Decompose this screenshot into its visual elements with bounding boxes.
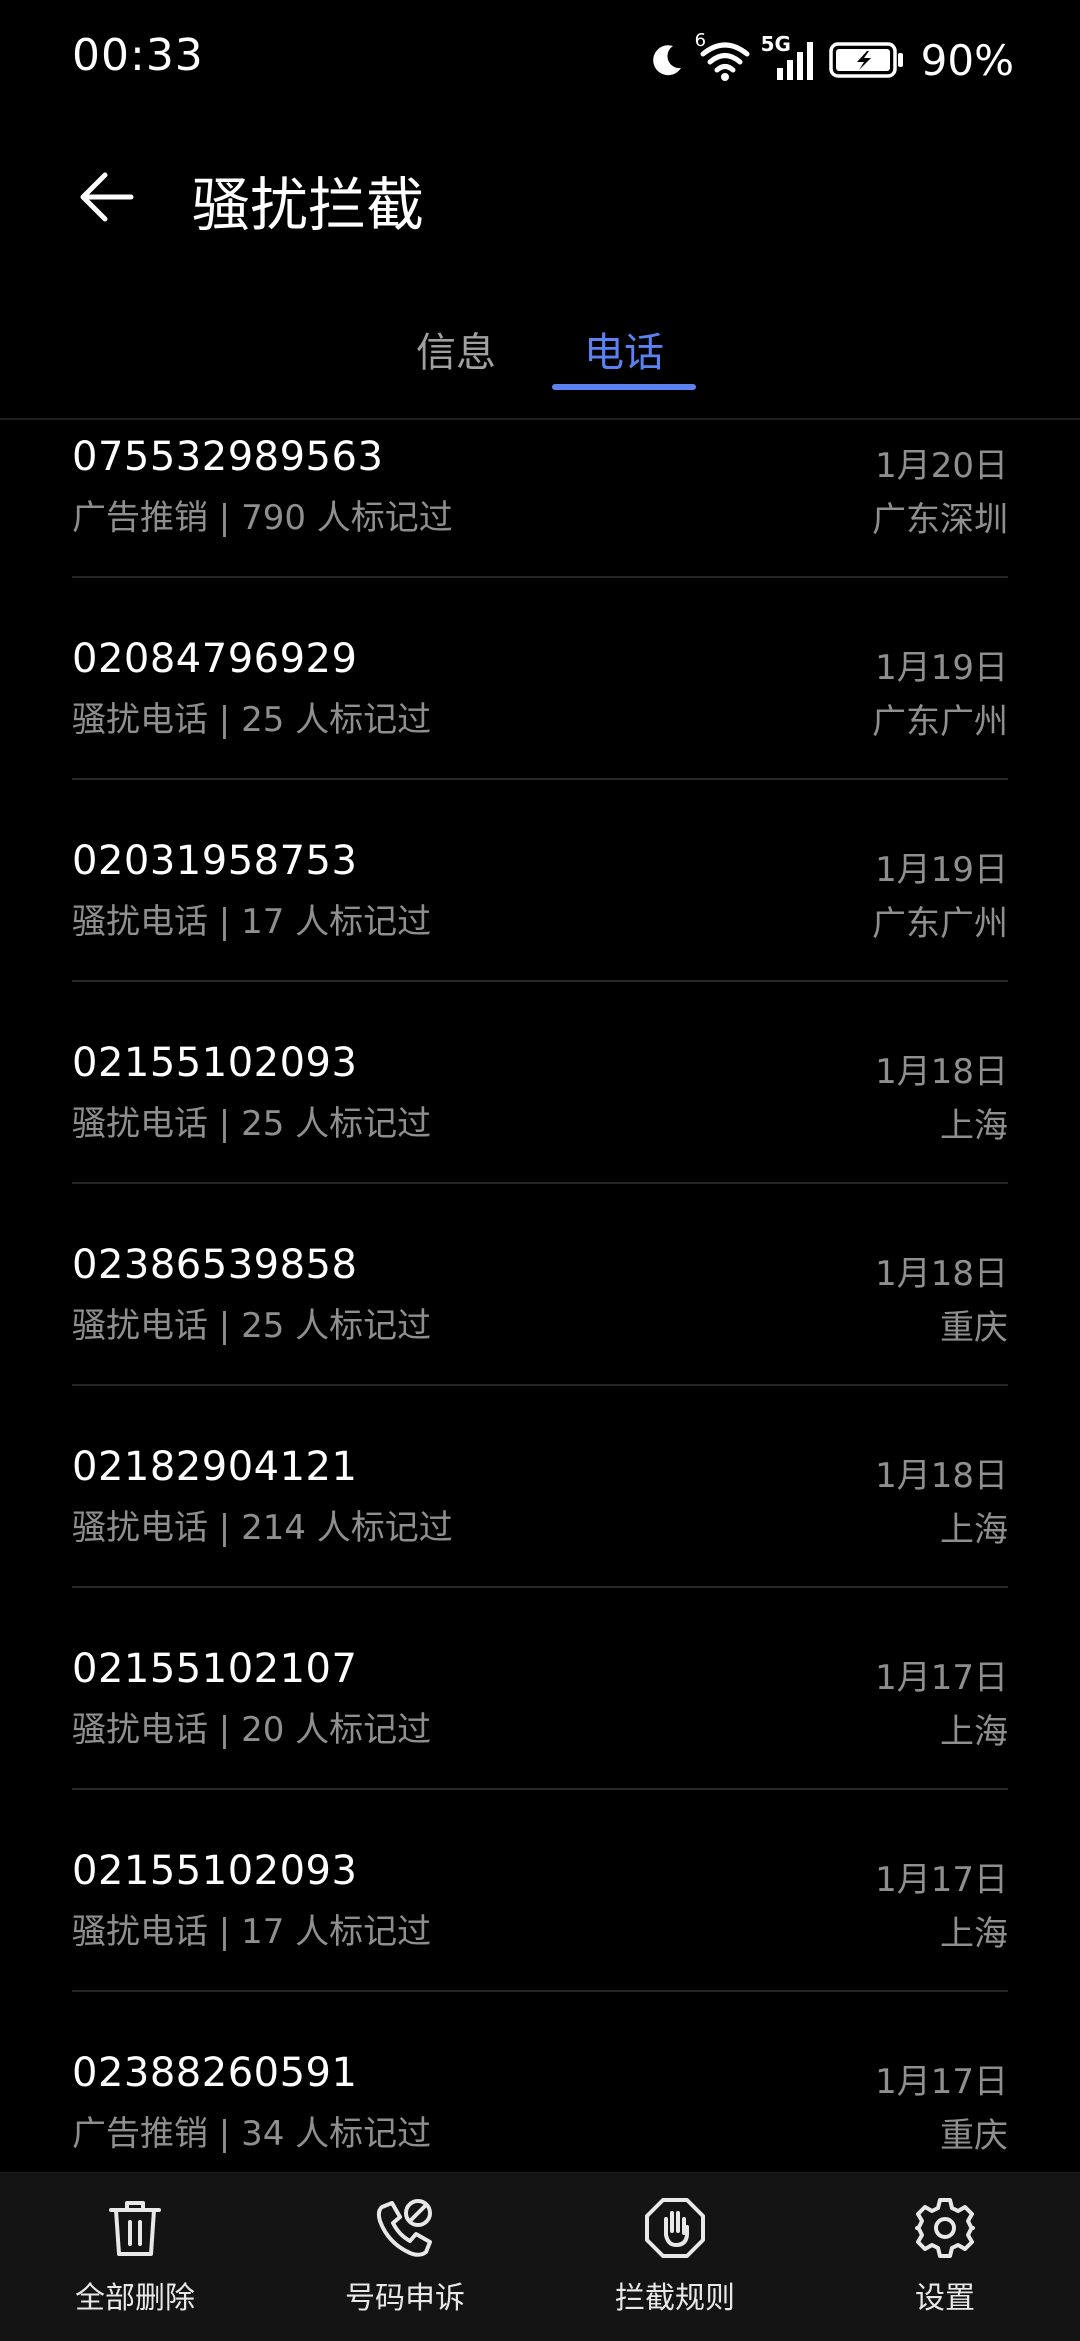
call-mark-count: 17 人标记过 [241, 1912, 432, 1952]
call-number: 02155102093 [72, 1040, 358, 1086]
trash-icon [102, 2195, 168, 2261]
app-header: 骚扰拦截 [0, 140, 1080, 250]
call-date: 1月18日 [875, 1456, 1008, 1496]
arrow-left-icon [80, 172, 134, 222]
settings-button[interactable]: 设置 [835, 2195, 1055, 2325]
call-type: 骚扰电话 [72, 1710, 208, 1750]
call-row[interactable]: 02182904121 骚扰电话 | 214 人标记过 1月18日 上海 [0, 1386, 1080, 1588]
call-meta: 骚扰电话 | 17 人标记过 [72, 1912, 432, 1952]
active-tab-indicator [552, 384, 696, 390]
phone-appeal-icon [372, 2195, 438, 2261]
wifi-badge: 6 [694, 30, 707, 51]
call-mark-count: 20 人标记过 [241, 1710, 432, 1750]
call-meta: 广告推销 | 790 人标记过 [72, 498, 453, 538]
call-type: 广告推销 [72, 2114, 208, 2154]
call-date: 1月18日 [875, 1254, 1008, 1294]
call-row[interactable]: 02084796929 骚扰电话 | 25 人标记过 1月19日 广东广州 [0, 578, 1080, 780]
call-type: 骚扰电话 [72, 1306, 208, 1346]
tab-bar: 信息 电话 [0, 300, 1080, 420]
call-location: 上海 [940, 1712, 1008, 1752]
call-row[interactable]: 075532989563 广告推销 | 790 人标记过 1月20日 广东深圳 [0, 420, 1080, 578]
call-meta: 骚扰电话 | 214 人标记过 [72, 1508, 453, 1548]
call-number: 075532989563 [72, 434, 384, 480]
page-title: 骚扰拦截 [192, 171, 425, 239]
call-meta: 骚扰电话 | 20 人标记过 [72, 1710, 432, 1750]
call-type: 广告推销 [72, 498, 208, 538]
call-location: 广东深圳 [872, 500, 1008, 540]
hand-stop-icon [642, 2195, 708, 2261]
call-location: 广东广州 [872, 904, 1008, 944]
wifi-icon: 6 [695, 30, 751, 82]
call-type: 骚扰电话 [72, 700, 208, 740]
call-date: 1月17日 [875, 1658, 1008, 1698]
number-appeal-label: 号码申诉 [345, 2281, 465, 2316]
call-meta: 骚扰电话 | 25 人标记过 [72, 1104, 432, 1144]
call-number: 02155102093 [72, 1848, 358, 1894]
call-meta: 骚扰电话 | 17 人标记过 [72, 902, 432, 942]
call-meta: 广告推销 | 34 人标记过 [72, 2114, 432, 2154]
call-mark-count: 17 人标记过 [241, 902, 432, 942]
network-type: 5G [760, 32, 791, 56]
call-mark-count: 790 人标记过 [241, 498, 453, 538]
status-time: 00:33 [72, 30, 204, 81]
call-number: 02388260591 [72, 2050, 358, 2096]
call-mark-count: 25 人标记过 [241, 700, 432, 740]
call-location: 重庆 [940, 1308, 1008, 1348]
signal-icon: 5G [761, 32, 817, 82]
call-type: 骚扰电话 [72, 1104, 208, 1144]
settings-label: 设置 [915, 2281, 975, 2316]
call-type: 骚扰电话 [72, 1508, 208, 1548]
bottom-action-bar: 全部删除 号码申诉 拦截规则 设置 [0, 2172, 1080, 2341]
blocked-call-list[interactable]: 075532989563 广告推销 | 790 人标记过 1月20日 广东深圳 … [0, 420, 1080, 2172]
tab-calls[interactable]: 电话 [534, 320, 714, 378]
status-bar: 00:33 6 5G 90% [0, 0, 1080, 120]
tab-messages[interactable]: 信息 [366, 320, 546, 378]
call-number: 02031958753 [72, 838, 358, 884]
call-mark-count: 214 人标记过 [241, 1508, 453, 1548]
call-mark-count: 34 人标记过 [241, 2114, 432, 2154]
call-number: 02386539858 [72, 1242, 358, 1288]
status-icons: 6 5G 90% [647, 30, 1014, 90]
call-date: 1月18日 [875, 1052, 1008, 1092]
call-location: 上海 [940, 1914, 1008, 1954]
call-row[interactable]: 02031958753 骚扰电话 | 17 人标记过 1月19日 广东广州 [0, 780, 1080, 982]
call-meta: 骚扰电话 | 25 人标记过 [72, 1306, 432, 1346]
call-row[interactable]: 02155102093 骚扰电话 | 25 人标记过 1月18日 上海 [0, 982, 1080, 1184]
call-number: 02155102107 [72, 1646, 358, 1692]
number-appeal-button[interactable]: 号码申诉 [295, 2195, 515, 2325]
call-row[interactable]: 02155102107 骚扰电话 | 20 人标记过 1月17日 上海 [0, 1588, 1080, 1790]
call-type: 骚扰电话 [72, 902, 208, 942]
call-number: 02182904121 [72, 1444, 358, 1490]
call-date: 1月17日 [875, 1860, 1008, 1900]
call-location: 重庆 [940, 2116, 1008, 2156]
call-location: 上海 [940, 1510, 1008, 1550]
call-location: 上海 [940, 1106, 1008, 1146]
call-meta: 骚扰电话 | 25 人标记过 [72, 700, 432, 740]
call-mark-count: 25 人标记过 [241, 1306, 432, 1346]
call-type: 骚扰电话 [72, 1912, 208, 1952]
delete-all-label: 全部删除 [75, 2281, 195, 2316]
block-rules-label: 拦截规则 [615, 2281, 735, 2316]
battery-percent: 90% [920, 35, 1014, 85]
back-button[interactable] [62, 152, 152, 242]
call-date: 1月17日 [875, 2062, 1008, 2102]
battery-charging-icon [828, 40, 905, 80]
call-date: 1月19日 [875, 648, 1008, 688]
delete-all-button[interactable]: 全部删除 [25, 2195, 245, 2325]
gear-icon [912, 2195, 978, 2261]
call-mark-count: 25 人标记过 [241, 1104, 432, 1144]
call-row[interactable]: 02155102093 骚扰电话 | 17 人标记过 1月17日 上海 [0, 1790, 1080, 1992]
call-location: 广东广州 [872, 702, 1008, 742]
call-date: 1月20日 [875, 446, 1008, 486]
call-date: 1月19日 [875, 850, 1008, 890]
call-row[interactable]: 02386539858 骚扰电话 | 25 人标记过 1月18日 重庆 [0, 1184, 1080, 1386]
moon-icon [647, 40, 687, 80]
call-number: 02084796929 [72, 636, 358, 682]
call-row[interactable]: 02388260591 广告推销 | 34 人标记过 1月17日 重庆 [0, 1992, 1080, 2172]
block-rules-button[interactable]: 拦截规则 [565, 2195, 785, 2325]
